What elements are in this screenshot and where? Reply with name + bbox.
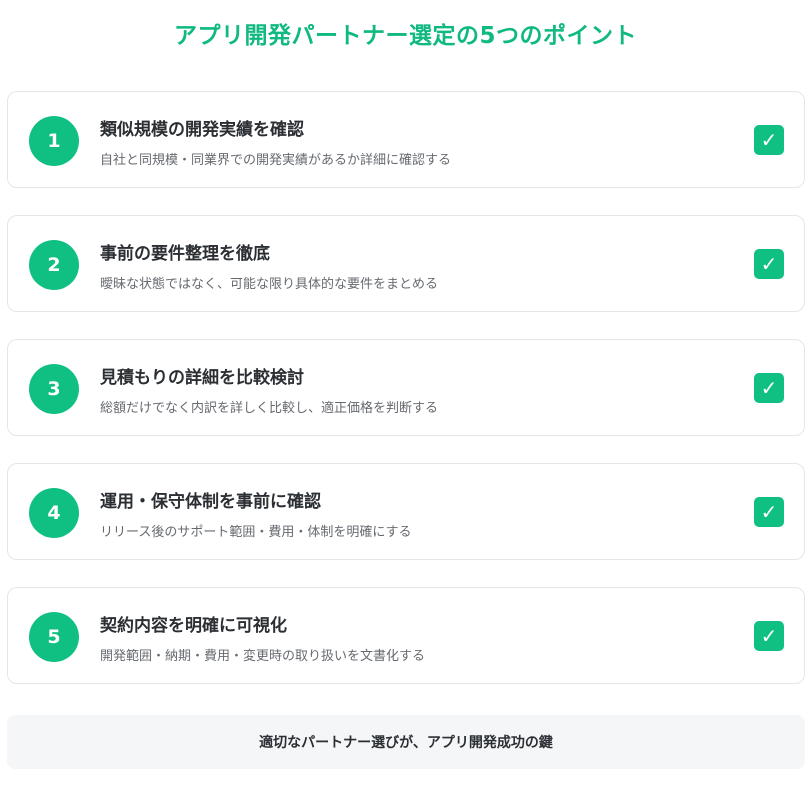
point-description: 曖昧な状態ではなく、可能な限り具体的な要件をまとめる — [100, 277, 439, 292]
point-number-badge: 3 — [29, 364, 79, 414]
point-card: 4 運用・保守体制を事前に確認 リリース後のサポート範囲・費用・体制を明確にする… — [7, 463, 805, 560]
point-number-badge: 2 — [29, 240, 79, 290]
point-description: 総額だけでなく内訳を詳しく比較し、適正価格を判断する — [100, 401, 439, 416]
point-title: 契約内容を明確に可視化 — [100, 616, 287, 636]
point-card: 3 見積もりの詳細を比較検討 総額だけでなく内訳を詳しく比較し、適正価格を判断す… — [7, 339, 805, 436]
checkmark-icon: ✓ — [754, 497, 784, 527]
point-title: 類似規模の開発実績を確認 — [100, 120, 304, 140]
footer-text: 適切なパートナー選びが、アプリ開発成功の鍵 — [259, 735, 553, 751]
point-number-badge: 4 — [29, 488, 79, 538]
point-title: 見積もりの詳細を比較検討 — [100, 368, 304, 388]
point-card: 1 類似規模の開発実績を確認 自社と同規模・同業界での開発実績があるか詳細に確認… — [7, 91, 805, 188]
point-description: 自社と同規模・同業界での開発実績があるか詳細に確認する — [100, 153, 452, 168]
point-number-badge: 5 — [29, 612, 79, 662]
point-description: 開発範囲・納期・費用・変更時の取り扱いを文書化する — [100, 649, 426, 664]
point-card: 2 事前の要件整理を徹底 曖昧な状態ではなく、可能な限り具体的な要件をまとめる … — [7, 215, 805, 312]
page: アプリ開発パートナー選定の5つのポイント 1 類似規模の開発実績を確認 自社と同… — [0, 0, 811, 787]
point-title: 事前の要件整理を徹底 — [100, 244, 270, 264]
checkmark-icon: ✓ — [754, 125, 784, 155]
point-number-badge: 1 — [29, 116, 79, 166]
footer-banner: 適切なパートナー選びが、アプリ開発成功の鍵 — [7, 715, 805, 769]
checkmark-icon: ✓ — [754, 373, 784, 403]
point-description: リリース後のサポート範囲・費用・体制を明確にする — [100, 525, 412, 540]
checkmark-icon: ✓ — [754, 249, 784, 279]
points-list: 1 類似規模の開発実績を確認 自社と同規模・同業界での開発実績があるか詳細に確認… — [7, 91, 805, 711]
checkmark-icon: ✓ — [754, 621, 784, 651]
page-title: アプリ開発パートナー選定の5つのポイント — [173, 23, 637, 49]
point-title: 運用・保守体制を事前に確認 — [100, 492, 321, 512]
point-card: 5 契約内容を明確に可視化 開発範囲・納期・費用・変更時の取り扱いを文書化する … — [7, 587, 805, 684]
